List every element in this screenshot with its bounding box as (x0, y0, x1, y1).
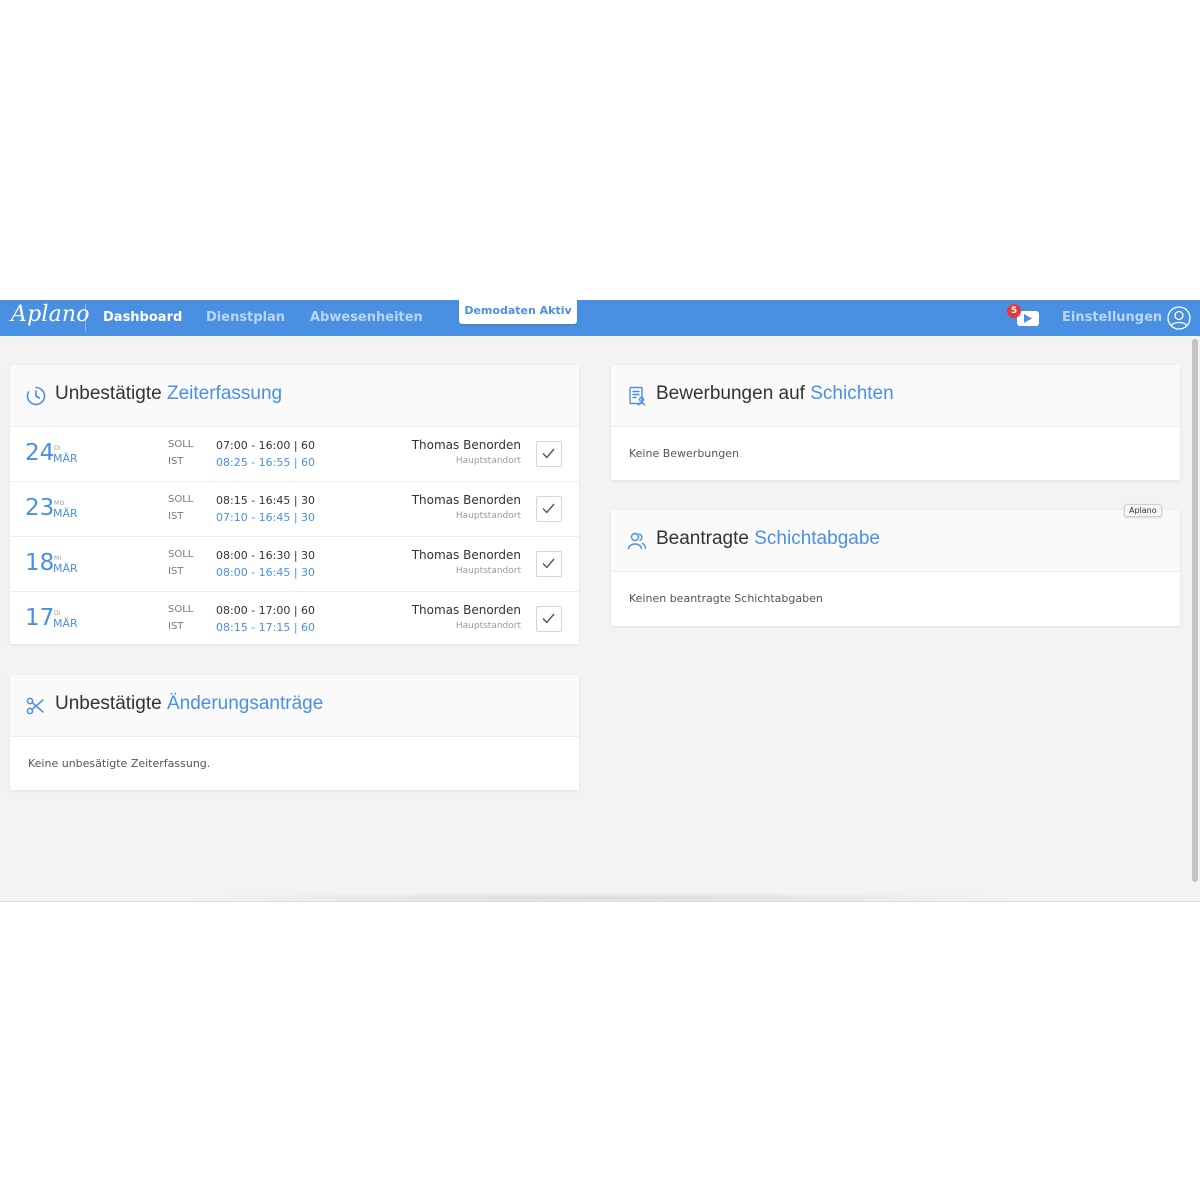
video-tutorial-button[interactable]: 5 (1007, 304, 1039, 327)
confirm-button[interactable] (536, 441, 562, 467)
demo-data-badge[interactable]: Demodaten Aktiv (459, 300, 577, 324)
time-entry-row: 17 DI MÄR SOLL IST 08:00 - 17:00 | 60 08… (10, 592, 579, 646)
timesheet-panel: Unbestätigte Zeiterfassung 24 DI MÄR SOL… (10, 365, 579, 644)
time-entry-row: 23 MO MÄR SOLL IST 08:15 - 16:45 | 30 07… (10, 482, 579, 537)
shift-applications-empty-text: Keine Bewerbungen (629, 447, 739, 460)
user-avatar-icon[interactable] (1167, 306, 1191, 330)
top-navbar: Aplano Dashboard Dienstplan Abwesenheite… (0, 300, 1200, 336)
entry-weekday: DI (54, 445, 61, 452)
timesheet-panel-header: Unbestätigte Zeiterfassung (10, 365, 579, 427)
ist-value: 07:10 - 16:45 | 30 (216, 511, 316, 524)
employee-location: Hauptstandort (455, 566, 521, 576)
timesheet-list: 24 DI MÄR SOLL IST 07:00 - 16:00 | 60 08… (10, 427, 579, 646)
footer-shadow (175, 892, 1025, 901)
soll-label: SOLL (168, 549, 194, 560)
nav-dashboard[interactable]: Dashboard (103, 310, 182, 325)
nav-abwesenheiten[interactable]: Abwesenheiten (310, 310, 423, 325)
ist-label: IST (168, 566, 184, 577)
ist-label: IST (168, 456, 184, 467)
vertical-scrollbar[interactable] (1190, 337, 1200, 901)
soll-value: 07:00 - 16:00 | 60 (216, 439, 316, 452)
ist-value: 08:25 - 16:55 | 60 (216, 456, 316, 469)
employee-name: Thomas Benorden (411, 438, 521, 452)
shift-handover-panel: Beantragte Schichtabgabe Keinen beantrag… (611, 510, 1180, 626)
soll-label: SOLL (168, 439, 194, 450)
ist-label: IST (168, 621, 184, 632)
ist-value: 08:00 - 16:45 | 30 (216, 566, 316, 579)
employee-location: Hauptstandort (455, 621, 521, 631)
entry-month: MÄR (53, 617, 78, 630)
entry-weekday: MO (54, 500, 65, 507)
entry-day: 24 (25, 440, 55, 466)
shift-handover-panel-title: Beantragte Schichtabgabe (656, 528, 880, 549)
employee-location: Hauptstandort (455, 511, 521, 521)
soll-value: 08:00 - 16:30 | 30 (216, 549, 316, 562)
change-requests-panel-title: Unbestätigte Änderungsanträge (55, 693, 324, 714)
shift-handover-panel-header: Beantragte Schichtabgabe (611, 510, 1180, 572)
document-user-icon (627, 386, 647, 406)
shift-handover-empty-text: Keinen beantragte Schichtabgaben (629, 592, 823, 605)
change-requests-panel: Unbestätigte Änderungsanträge Keine unbe… (10, 675, 579, 790)
entry-weekday: DI (54, 610, 61, 617)
confirm-button[interactable] (536, 606, 562, 632)
ist-value: 08:15 - 17:15 | 60 (216, 621, 316, 634)
change-requests-panel-header: Unbestätigte Änderungsanträge (10, 675, 579, 737)
employee-name: Thomas Benorden (411, 603, 521, 617)
nav-dienstplan[interactable]: Dienstplan (206, 310, 285, 325)
entry-day: 23 (25, 495, 55, 521)
timesheet-panel-title: Unbestätigte Zeiterfassung (55, 383, 283, 404)
shift-applications-panel-title: Bewerbungen auf Schichten (656, 383, 894, 404)
entry-month: MÄR (53, 507, 78, 520)
ist-label: IST (168, 511, 184, 522)
change-requests-empty-text: Keine unbesätigte Zeiterfassung. (28, 757, 211, 770)
employee-name: Thomas Benorden (411, 548, 521, 562)
scissors-icon (26, 696, 46, 716)
entry-day: 18 (25, 550, 55, 576)
app-window: Aplano Dashboard Dienstplan Abwesenheite… (0, 300, 1200, 902)
shift-applications-panel-header: Bewerbungen auf Schichten (611, 365, 1180, 427)
confirm-button[interactable] (536, 551, 562, 577)
entry-month: MÄR (53, 562, 78, 575)
nav-settings[interactable]: Einstellungen (1062, 310, 1162, 325)
soll-value: 08:00 - 17:00 | 60 (216, 604, 316, 617)
employee-name: Thomas Benorden (411, 493, 521, 507)
brand-logo[interactable]: Aplano (11, 302, 90, 327)
brand-divider (85, 304, 86, 332)
entry-day: 17 (25, 605, 55, 631)
notification-badge: 5 (1007, 304, 1021, 318)
entry-weekday: MI (54, 555, 62, 562)
soll-label: SOLL (168, 604, 194, 615)
users-icon (627, 531, 647, 551)
soll-value: 08:15 - 16:45 | 30 (216, 494, 316, 507)
shift-applications-panel: Bewerbungen auf Schichten Keine Bewerbun… (611, 365, 1180, 480)
clock-icon (26, 386, 46, 406)
time-entry-row: 18 MI MÄR SOLL IST 08:00 - 16:30 | 30 08… (10, 537, 579, 592)
soll-label: SOLL (168, 494, 194, 505)
entry-month: MÄR (53, 452, 78, 465)
scrollbar-thumb[interactable] (1192, 339, 1198, 882)
brand-tooltip: Aplano (1124, 504, 1162, 517)
time-entry-row: 24 DI MÄR SOLL IST 07:00 - 16:00 | 60 08… (10, 427, 579, 482)
confirm-button[interactable] (536, 496, 562, 522)
employee-location: Hauptstandort (455, 456, 521, 466)
